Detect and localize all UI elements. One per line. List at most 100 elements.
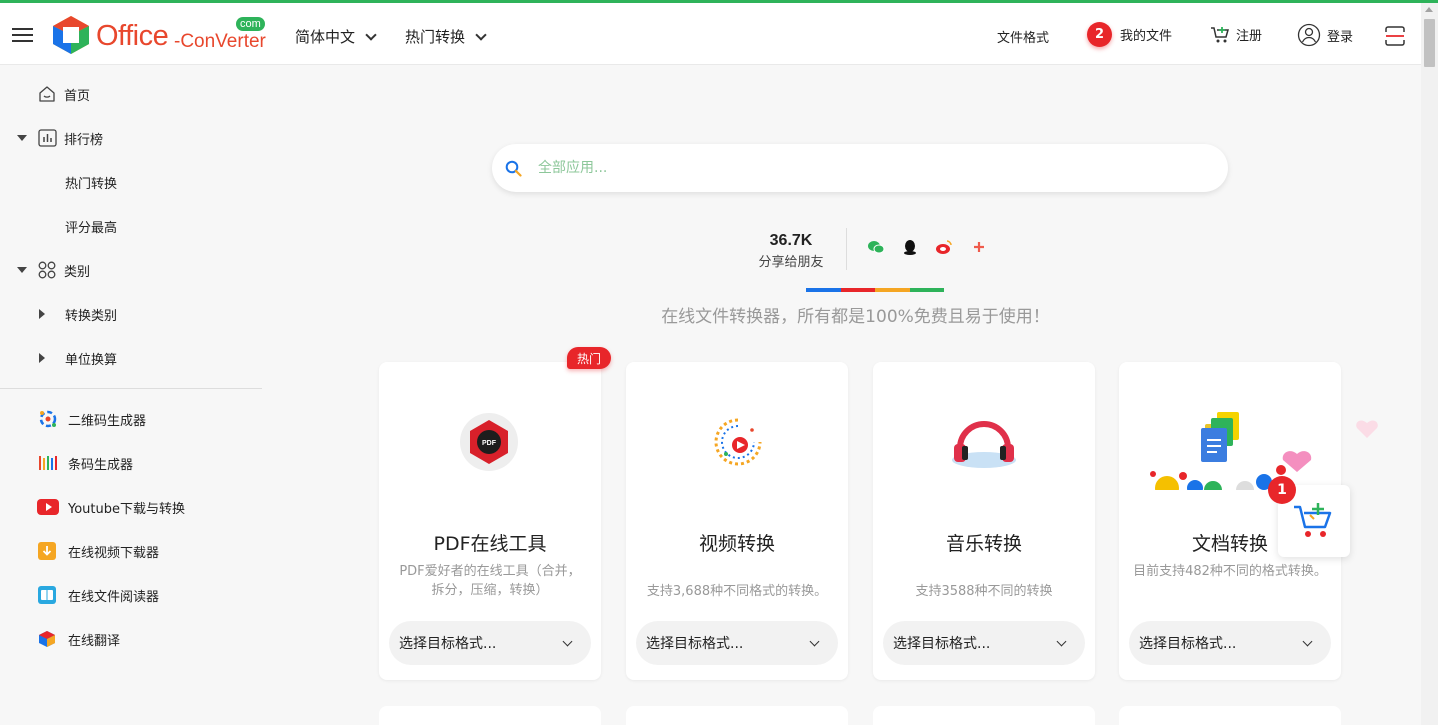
target-format-select[interactable]: 选择目标格式...	[389, 621, 591, 665]
sidebar-item-label: 单位换算	[65, 352, 118, 368]
wechat-icon[interactable]	[867, 238, 885, 256]
search-box[interactable]	[492, 144, 1228, 192]
weibo-icon[interactable]	[935, 238, 953, 256]
my-files-link[interactable]: 2 我的文件	[1087, 22, 1172, 47]
card-pdf-tools[interactable]: PDF PDF在线工具 PDF爱好者的在线工具（合并，拆分，压缩，转换） 选择目…	[379, 362, 601, 680]
menu-icon[interactable]	[12, 28, 33, 42]
hot-convert-label: 热门转换	[405, 28, 466, 46]
caret-right-icon[interactable]	[39, 353, 45, 363]
select-label: 选择目标格式...	[893, 636, 991, 652]
sidebar-item-top-rated[interactable]: 评分最高	[0, 211, 262, 241]
bar-chart-icon	[38, 129, 57, 147]
card-video-convert[interactable]: 视频转换 支持3,688种不同格式的转换。 选择目标格式...	[626, 362, 848, 680]
sidebar-tool-youtube[interactable]: Youtube下载与转换	[0, 492, 262, 522]
cart-plus-icon	[1211, 26, 1229, 42]
sidebar-item-home[interactable]: 首页	[0, 79, 262, 109]
scrollbar[interactable]	[1421, 3, 1438, 725]
sidebar-item-category[interactable]: 类别	[0, 255, 262, 285]
card-title: 音乐转换	[945, 533, 1022, 555]
sidebar-tool-file-reader[interactable]: 在线文件阅读器	[0, 580, 262, 610]
select-label: 选择目标格式...	[399, 636, 497, 652]
sidebar: 首页 排行榜 热门转换 评分最高 类别 转换类别 单位换算 二维码生成器 条码生…	[0, 65, 262, 725]
scan-icon[interactable]	[1385, 26, 1405, 46]
select-label: 选择目标格式...	[646, 636, 744, 652]
pdf-icon: PDF	[460, 413, 518, 471]
sidebar-item-label: 首页	[64, 88, 91, 104]
caret-down-icon[interactable]	[17, 267, 27, 273]
target-format-select[interactable]: 选择目标格式...	[1129, 621, 1331, 665]
hot-tag: 热门	[567, 347, 611, 369]
sidebar-item-label: 评分最高	[65, 220, 118, 236]
logo-com-text: com	[236, 17, 265, 31]
sidebar-item-unit-convert[interactable]: 单位换算	[0, 343, 262, 373]
target-format-select[interactable]: 选择目标格式...	[636, 621, 838, 665]
sidebar-tool-label: 在线视频下载器	[68, 545, 160, 561]
youtube-icon	[37, 499, 59, 515]
sidebar-tool-label: 二维码生成器	[68, 413, 147, 429]
select-label: 选择目标格式...	[1139, 636, 1237, 652]
scroll-thumb[interactable]	[1424, 19, 1435, 67]
card-music-convert[interactable]: 音乐转换 支持3588种不同的转换 选择目标格式...	[873, 362, 1095, 680]
file-format-link[interactable]: 文件格式	[997, 27, 1049, 46]
svg-text:PDF: PDF	[482, 440, 497, 447]
headphones-icon	[952, 421, 1016, 468]
chevron-down-icon	[475, 28, 487, 41]
sidebar-tool-translate[interactable]: 在线翻译	[0, 624, 262, 654]
logo-mark-icon	[53, 16, 89, 54]
hot-convert-dropdown[interactable]: 热门转换	[405, 26, 487, 47]
caret-down-icon[interactable]	[17, 135, 27, 141]
register-label: 注册	[1236, 29, 1263, 44]
search-input[interactable]	[538, 156, 1198, 180]
file-reader-icon	[38, 586, 56, 604]
language-label: 简体中文	[295, 28, 356, 46]
translate-icon	[39, 631, 55, 647]
chevron-down-icon	[562, 636, 573, 647]
home-icon	[39, 86, 55, 102]
sidebar-tool-label: 条码生成器	[68, 457, 134, 473]
card-partial[interactable]	[626, 706, 848, 725]
sidebar-item-hot-convert[interactable]: 热门转换	[0, 167, 262, 197]
login-link[interactable]: 登录	[1297, 23, 1353, 47]
card-title: 视频转换	[698, 533, 775, 555]
sidebar-tool-label: 在线文件阅读器	[68, 589, 160, 605]
language-dropdown[interactable]: 简体中文	[295, 26, 377, 47]
my-files-label: 我的文件	[1120, 29, 1173, 44]
heart-icon	[1356, 420, 1378, 438]
card-description: 支持3588种不同的转换	[915, 584, 1053, 599]
card-partial[interactable]	[873, 706, 1095, 725]
share-divider	[846, 228, 847, 270]
video-download-icon	[38, 542, 56, 560]
sidebar-tool-qrcode[interactable]: 二维码生成器	[0, 404, 262, 434]
barcode-icon	[39, 456, 57, 470]
sidebar-tool-video-downloader[interactable]: 在线视频下载器	[0, 536, 262, 566]
chevron-down-icon	[809, 636, 820, 647]
document-icon	[1150, 412, 1312, 490]
search-icon	[505, 160, 522, 177]
plus-icon[interactable]	[970, 238, 988, 256]
card-partial[interactable]	[379, 706, 601, 725]
card-description: PDF爱好者的在线工具（合并，拆分，压缩，转换）	[399, 564, 581, 598]
file-format-label: 文件格式	[997, 31, 1050, 46]
logo-office-text: Office	[96, 20, 169, 52]
chevron-down-icon	[365, 28, 377, 41]
user-icon	[1297, 23, 1321, 47]
logo-converter-text: -ConVerter	[174, 31, 266, 52]
card-description: 支持3,688种不同格式的转换。	[646, 584, 828, 599]
cart-icon	[1294, 503, 1332, 537]
card-title: PDF在线工具	[433, 533, 547, 555]
sidebar-item-ranking[interactable]: 排行榜	[0, 123, 262, 153]
sidebar-item-label: 类别	[64, 264, 91, 280]
my-files-badge: 2	[1087, 22, 1112, 47]
register-link[interactable]: 注册	[1210, 25, 1262, 44]
card-partial[interactable]	[1119, 706, 1341, 725]
scroll-up-icon[interactable]	[1425, 7, 1433, 12]
logo[interactable]: Office -ConVerter com	[50, 14, 270, 58]
qq-icon[interactable]	[901, 238, 919, 256]
sidebar-tool-label: 在线翻译	[68, 633, 121, 649]
target-format-select[interactable]: 选择目标格式...	[883, 621, 1085, 665]
cart-badge: 1	[1268, 476, 1296, 504]
tagline: 在线文件转换器，所有都是100%免费且易于使用！	[661, 307, 1050, 327]
share-count-label: 分享给朋友	[758, 255, 824, 270]
sidebar-tool-label: Youtube下载与转换	[68, 501, 185, 517]
sidebar-tool-barcode[interactable]: 条码生成器	[0, 448, 262, 478]
